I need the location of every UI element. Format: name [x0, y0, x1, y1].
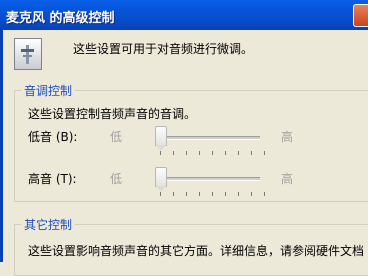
treble-label: 高音 (T): — [28, 172, 77, 186]
bass-high-label: 高 — [281, 130, 294, 144]
intro-text: 这些设置可用于对音频进行微调。 — [73, 42, 254, 56]
bass-slider-track[interactable] — [160, 136, 260, 140]
bass-slider-ticks — [160, 151, 265, 157]
treble-low-label: 低 — [110, 172, 123, 186]
audio-settings-icon — [14, 38, 42, 70]
bass-low-label: 低 — [110, 130, 123, 144]
window-title: 麦克风 的高级控制 — [6, 11, 115, 26]
other-group-label: 其它控制 — [21, 216, 76, 233]
other-description: 这些设置影响音频声音的其它方面。详细信息，请参阅硬件文档 — [28, 244, 365, 258]
bass-label: 低音 (B): — [28, 130, 78, 144]
treble-high-label: 高 — [281, 172, 294, 186]
title-bar: 麦克风 的高级控制 — [0, 0, 368, 30]
treble-slider-thumb[interactable] — [155, 167, 167, 192]
treble-slider-ticks — [160, 192, 265, 198]
tone-group-label: 音调控制 — [21, 82, 76, 99]
close-button[interactable] — [353, 4, 368, 27]
bass-slider-thumb[interactable] — [155, 126, 167, 151]
tone-description: 这些设置控制音频声音的音调。 — [28, 107, 197, 121]
treble-slider-track[interactable] — [160, 177, 260, 181]
